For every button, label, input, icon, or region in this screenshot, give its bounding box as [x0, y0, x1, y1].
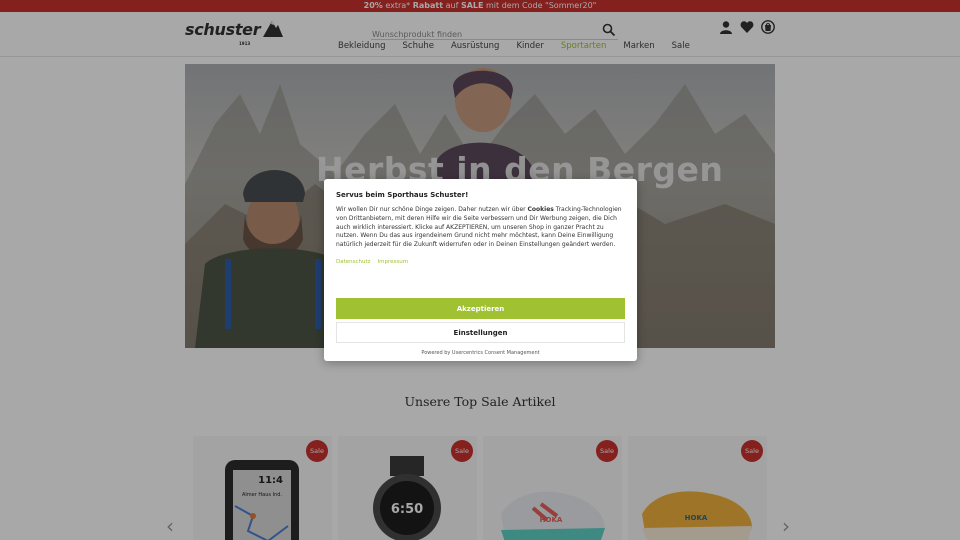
privacy-link[interactable]: Datenschutz: [336, 259, 371, 265]
accept-cookies-button[interactable]: Akzeptieren: [336, 298, 625, 319]
imprint-link[interactable]: Impressum: [378, 259, 409, 265]
powered-by-text: Powered by Usercentrics Consent Manageme…: [421, 350, 540, 356]
consent-text: Wir wollen Dir nur schöne Dinge zeigen. …: [336, 206, 625, 250]
consent-title: Servus beim Sporthaus Schuster!: [336, 191, 469, 199]
consent-text-part1: Wir wollen Dir nur schöne Dinge zeigen. …: [336, 206, 528, 213]
cookie-consent-dialog: Servus beim Sporthaus Schuster! Wir woll…: [324, 179, 637, 361]
cookie-settings-button[interactable]: Einstellungen: [336, 322, 625, 343]
consent-cookies-bold: Cookies: [527, 206, 554, 213]
consent-links: Datenschutz Impressum: [336, 259, 625, 265]
